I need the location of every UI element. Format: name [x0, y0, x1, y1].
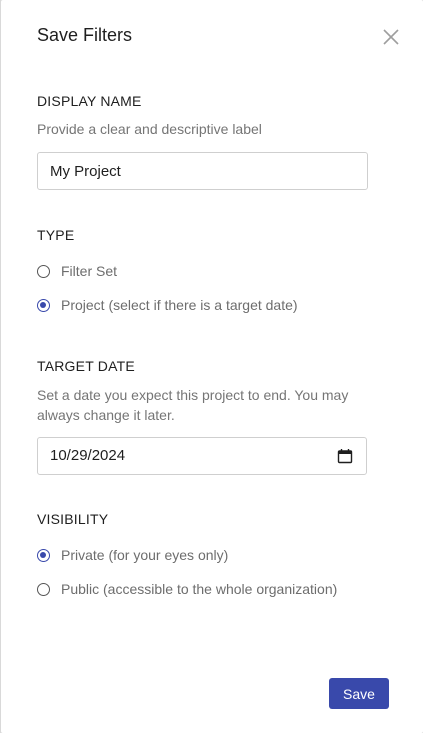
calendar-icon[interactable]	[337, 448, 353, 464]
visibility-option-private[interactable]: Private (for your eyes only)	[37, 545, 228, 565]
radio-private[interactable]	[37, 548, 50, 562]
type-label: TYPE	[37, 227, 75, 243]
target-date-value: 10/29/2024	[50, 447, 126, 464]
visibility-option-label: Private (for your eyes only)	[61, 547, 229, 563]
radio-public[interactable]	[37, 582, 50, 596]
visibility-label: VISIBILITY	[37, 511, 109, 527]
radio-filter-set[interactable]	[37, 264, 50, 278]
display-name-hint: Provide a clear and descriptive label	[37, 121, 262, 137]
target-date-input[interactable]: 10/29/2024	[37, 437, 367, 475]
target-date-hint: Set a date you expect this project to en…	[37, 387, 349, 423]
radio-project[interactable]	[37, 298, 50, 312]
display-name-label: DISPLAY NAME	[37, 93, 142, 109]
type-option-label: Filter Set	[61, 263, 118, 279]
dialog-title: Save Filters	[37, 25, 133, 45]
target-date-label: TARGET DATE	[37, 358, 135, 374]
type-option-filter-set[interactable]: Filter Set	[37, 261, 117, 281]
save-button[interactable]: Save	[329, 678, 389, 709]
type-option-project[interactable]: Project (select if there is a target dat…	[37, 295, 298, 315]
display-name-input[interactable]	[37, 152, 368, 190]
save-filters-dialog: Save Filters DISPLAY NAME Provide a clea…	[1, 0, 423, 733]
visibility-option-label: Public (accessible to the whole organiza…	[61, 581, 338, 597]
close-icon[interactable]	[381, 27, 401, 47]
visibility-option-public[interactable]: Public (accessible to the whole organiza…	[37, 579, 337, 599]
type-option-label: Project (select if there is a target dat…	[61, 297, 298, 313]
